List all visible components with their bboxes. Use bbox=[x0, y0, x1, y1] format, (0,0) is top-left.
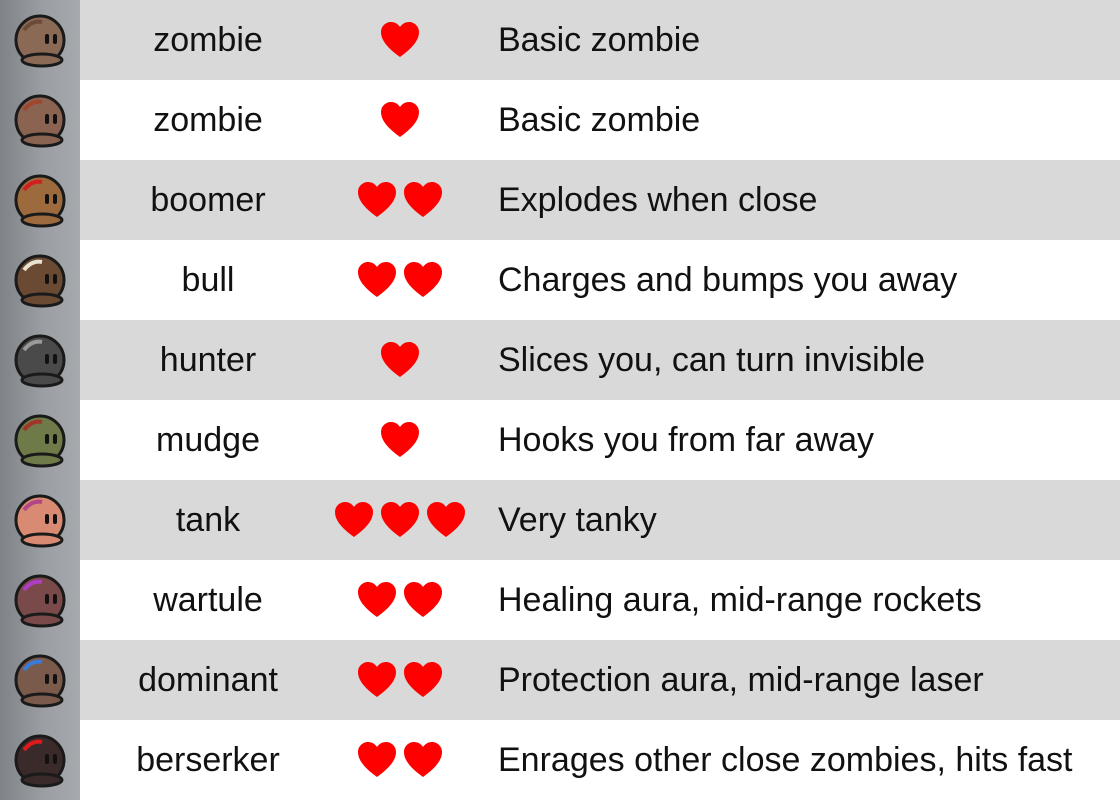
zombie-name: dominant bbox=[138, 661, 278, 699]
table-row: zombie Basic zombie bbox=[0, 0, 1120, 80]
zombie-description: Slices you, can turn invisible bbox=[498, 341, 926, 379]
heart-icon bbox=[404, 742, 442, 777]
table-row: wartule Healing aura, mid-range rockets bbox=[0, 560, 1120, 640]
bull-icon bbox=[14, 254, 66, 308]
table-row: tank Very tanky bbox=[0, 480, 1120, 560]
avatar-cell bbox=[0, 240, 80, 320]
zombie-name: hunter bbox=[159, 341, 257, 379]
heart-icon bbox=[381, 422, 419, 457]
avatar-cell bbox=[0, 320, 80, 400]
zombie-name: boomer bbox=[150, 181, 266, 219]
table-row: zombie Basic zombie bbox=[0, 80, 1120, 160]
zombie-description: Hooks you from far away bbox=[498, 421, 875, 459]
zombie-name: berserker bbox=[136, 741, 280, 779]
health-hearts bbox=[320, 240, 480, 320]
heart-icon bbox=[427, 502, 465, 537]
health-hearts bbox=[320, 480, 480, 560]
health-hearts bbox=[320, 400, 480, 480]
tank-icon bbox=[14, 494, 66, 548]
heart-icon bbox=[358, 662, 396, 697]
heart-icon bbox=[358, 182, 396, 217]
zombie-description: Basic zombie bbox=[498, 21, 701, 59]
avatar-cell bbox=[0, 640, 80, 720]
health-hearts bbox=[320, 0, 480, 80]
zombie-name: zombie bbox=[153, 101, 263, 139]
zombie-description: Very tanky bbox=[498, 501, 657, 539]
table-row: hunter Slices you, can turn invisible bbox=[0, 320, 1120, 400]
zombie-description: Enrages other close zombies, hits fast bbox=[498, 741, 1073, 779]
health-hearts bbox=[320, 640, 480, 720]
zombie-description: Charges and bumps you away bbox=[498, 261, 958, 299]
heart-icon bbox=[404, 662, 442, 697]
hunter-icon bbox=[14, 334, 66, 388]
zombie-description: Healing aura, mid-range rockets bbox=[498, 581, 982, 619]
health-hearts bbox=[320, 80, 480, 160]
health-hearts bbox=[320, 720, 480, 800]
avatar-cell bbox=[0, 400, 80, 480]
zombie-icon bbox=[14, 14, 66, 68]
mudge-icon bbox=[14, 414, 66, 468]
table-row: mudge Hooks you from far away bbox=[0, 400, 1120, 480]
zombie-name: bull bbox=[181, 261, 235, 299]
wartule-icon bbox=[14, 574, 66, 628]
heart-icon bbox=[358, 742, 396, 777]
avatar-cell bbox=[0, 480, 80, 560]
table-row: berserker Enrages other close zombies, hi… bbox=[0, 720, 1120, 800]
heart-icon bbox=[404, 182, 442, 217]
dominant-icon bbox=[14, 654, 66, 708]
avatar-cell bbox=[0, 160, 80, 240]
health-hearts bbox=[320, 320, 480, 400]
heart-icon bbox=[381, 102, 419, 137]
berserker-icon bbox=[14, 734, 66, 788]
avatar-cell bbox=[0, 0, 80, 80]
heart-icon bbox=[404, 582, 442, 617]
table-row: dominant Protection aura, mid-range laser bbox=[0, 640, 1120, 720]
zombie-icon bbox=[14, 94, 66, 148]
avatar-cell bbox=[0, 80, 80, 160]
boomer-icon bbox=[14, 174, 66, 228]
health-hearts bbox=[320, 160, 480, 240]
heart-icon bbox=[335, 502, 373, 537]
avatar-cell bbox=[0, 720, 80, 800]
zombie-name: mudge bbox=[156, 421, 260, 459]
heart-icon bbox=[404, 262, 442, 297]
heart-icon bbox=[358, 582, 396, 617]
health-hearts bbox=[320, 560, 480, 640]
zombie-description: Basic zombie bbox=[498, 101, 701, 139]
table-row: bull Charges and bumps you away bbox=[0, 240, 1120, 320]
heart-icon bbox=[381, 342, 419, 377]
zombie-name: wartule bbox=[153, 581, 263, 619]
avatar-cell bbox=[0, 560, 80, 640]
zombie-description: Protection aura, mid-range laser bbox=[498, 661, 984, 699]
zombie-name: tank bbox=[175, 501, 241, 539]
table-row: boomer Explodes when close bbox=[0, 160, 1120, 240]
heart-icon bbox=[381, 502, 419, 537]
heart-icon bbox=[358, 262, 396, 297]
heart-icon bbox=[381, 22, 419, 57]
zombie-description: Explodes when close bbox=[498, 181, 818, 219]
zombie-table: zombie Basic zombie zombie Basic zombie boom… bbox=[0, 0, 1120, 800]
zombie-name: zombie bbox=[153, 21, 263, 59]
